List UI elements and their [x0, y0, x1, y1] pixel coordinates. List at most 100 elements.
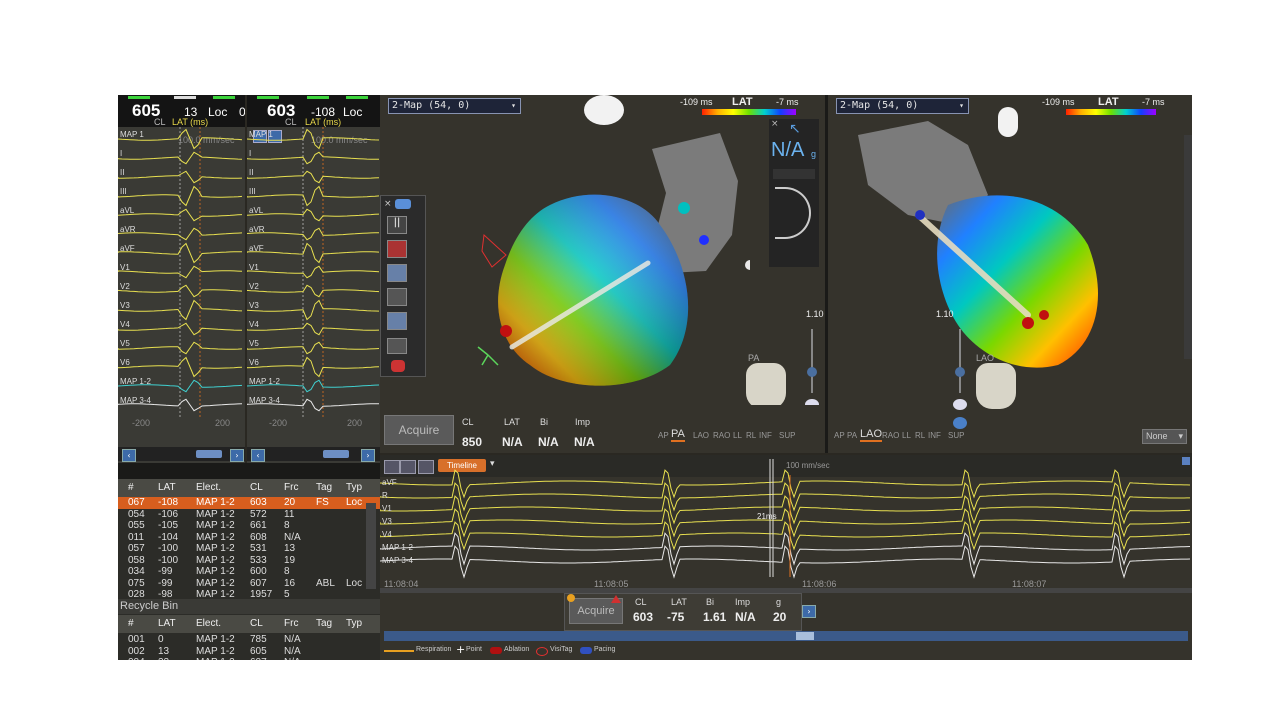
heart-icon[interactable]: [395, 199, 411, 209]
table-row[interactable]: 075 -99 MAP 1-2 607 16 ABL Loc: [118, 578, 380, 590]
table-cell: -108: [158, 497, 179, 508]
scroll-right-button[interactable]: ›: [230, 449, 244, 462]
view-button-rl[interactable]: RL: [915, 431, 925, 440]
strip-1-scrollbar[interactable]: ‹ ›: [118, 447, 245, 462]
close-icon[interactable]: ×: [771, 119, 779, 129]
settings-icon[interactable]: [391, 360, 405, 372]
none-select[interactable]: None ▾: [1142, 429, 1187, 444]
map-view-lao[interactable]: 2-Map (54, 0) ▾ -109 ms LAT -7 ms 1.10 L…: [828, 95, 1192, 453]
column-header[interactable]: Frc: [284, 618, 298, 629]
anatomy-3d-map[interactable]: [848, 115, 1148, 375]
table-cell: -99: [158, 577, 173, 589]
scroll-thumb[interactable]: [323, 450, 349, 458]
view-button-ll[interactable]: LL: [902, 431, 911, 440]
table-row[interactable]: 055 -105 MAP 1-2 661 8: [118, 520, 380, 532]
grid-icon[interactable]: [387, 240, 407, 258]
timeline-scrollbar[interactable]: [384, 631, 1188, 641]
stat-label-lat: LAT: [504, 417, 520, 427]
table-row[interactable]: 057 -100 MAP 1-2 531 13: [118, 543, 380, 555]
view-button-sup[interactable]: SUP: [948, 431, 964, 440]
table-cell: 054: [128, 508, 145, 520]
respiration-swatch: [384, 650, 414, 652]
bottom-label-cl: CL: [635, 597, 647, 607]
view-button-rl[interactable]: RL: [746, 431, 756, 440]
table-row[interactable]: 011 -104 MAP 1-2 608 N/A: [118, 532, 380, 544]
view-button-pa[interactable]: PA: [671, 428, 685, 442]
view-button-lao[interactable]: LAO: [860, 428, 883, 442]
table-cell: 011: [128, 531, 144, 543]
table-row[interactable]: 054 -106 MAP 1-2 572 11: [118, 509, 380, 521]
lead-label: aVF: [120, 244, 135, 253]
view-button-ll[interactable]: LL: [733, 431, 742, 440]
ecg-trace: [247, 185, 380, 207]
column-header[interactable]: Tag: [316, 618, 332, 629]
anatomy-3d-map[interactable]: [420, 115, 750, 405]
map-select-label: 2-Map (54, 0): [840, 100, 919, 111]
tag-icon[interactable]: [387, 312, 407, 330]
acquire-button[interactable]: Acquire: [384, 415, 454, 445]
scroll-right-button[interactable]: ›: [361, 449, 375, 462]
table-row[interactable]: 002 13 MAP 1-2 605 N/A: [118, 646, 380, 658]
column-header[interactable]: Frc: [284, 482, 298, 493]
table-row[interactable]: 034 -99 MAP 1-2 600 8: [118, 566, 380, 578]
ecg-trace: [247, 265, 380, 279]
indicator-bar: [174, 96, 196, 99]
column-header[interactable]: CL: [250, 618, 263, 629]
chevron-down-icon[interactable]: [953, 399, 967, 410]
ecg-trace: [247, 284, 380, 298]
table-row[interactable]: 001 0 MAP 1-2 785 N/A: [118, 634, 380, 646]
points-table[interactable]: # LAT Elect. CL Frc Tag Typ 067 -108 MAP 1-2 603 2…: [118, 479, 380, 600]
column-header[interactable]: CL: [250, 482, 263, 493]
table-scrollbar[interactable]: [366, 503, 376, 589]
view-button-rao[interactable]: RAO: [713, 431, 730, 440]
tool-icon[interactable]: [387, 288, 407, 306]
table-row[interactable]: 058 -100 MAP 1-2 533 19: [118, 555, 380, 567]
recycle-bin-table[interactable]: Recycle Bin # LAT Elect. CL Frc Tag Typ 001 0 MA…: [118, 599, 382, 660]
table-cell: 13: [284, 543, 296, 554]
column-header[interactable]: Elect.: [196, 618, 221, 629]
scroll-thumb[interactable]: [796, 632, 814, 640]
ecg-trace: [247, 170, 380, 184]
scroll-left-button[interactable]: ‹: [122, 449, 136, 462]
map-select-dropdown[interactable]: 2-Map (54, 0) ▾: [836, 98, 969, 114]
view-button-inf[interactable]: INF: [928, 431, 941, 440]
column-header[interactable]: Typ: [346, 482, 362, 493]
scroll-thumb[interactable]: [196, 450, 222, 458]
rotate-icon[interactable]: [953, 417, 967, 429]
side-tool-strip[interactable]: [1184, 135, 1192, 359]
view-button-inf[interactable]: INF: [759, 431, 772, 440]
lat-label: LAT (ms): [172, 117, 209, 127]
zoom-slider-thumb[interactable]: [955, 367, 965, 377]
view-button-lao[interactable]: LAO: [693, 431, 709, 440]
view-button-rao[interactable]: RAO: [882, 431, 899, 440]
table-row[interactable]: 067 -108 MAP 1-2 603 20 FS Loc: [118, 497, 380, 509]
close-icon[interactable]: ×: [384, 199, 392, 209]
next-button[interactable]: ›: [802, 605, 816, 618]
column-header[interactable]: Typ: [346, 618, 362, 629]
column-header[interactable]: LAT: [158, 618, 176, 629]
column-header[interactable]: #: [128, 482, 134, 493]
column-header[interactable]: LAT: [158, 482, 176, 493]
bottom-value-g: 20: [773, 610, 787, 624]
layers-icon[interactable]: [387, 338, 407, 354]
table-row[interactable]: 004 22 MAP 1-2 607 N/A: [118, 657, 380, 660]
view-button-pa[interactable]: PA: [847, 431, 857, 440]
strip-2-scrollbar[interactable]: ‹ ›: [247, 447, 380, 462]
view-button-ap[interactable]: AP: [834, 431, 845, 440]
column-header[interactable]: Elect.: [196, 482, 221, 493]
map-select-dropdown[interactable]: 2-Map (54, 0) ▾: [388, 98, 521, 114]
pause-button[interactable]: ||: [387, 216, 407, 234]
force-panel: × ↖ N/A g: [769, 119, 819, 267]
map-view-pa[interactable]: 2-Map (54, 0) ▾ -109 ms LAT -7 ms × || ×…: [380, 95, 825, 453]
scroll-left-button[interactable]: ‹: [251, 449, 265, 462]
catheter-icon[interactable]: [387, 264, 407, 282]
zoom-slider[interactable]: [811, 329, 813, 393]
column-header[interactable]: #: [128, 618, 134, 629]
lat-label: LAT (ms): [305, 117, 342, 127]
view-button-ap[interactable]: AP: [658, 431, 669, 440]
zoom-slider[interactable]: [959, 329, 961, 393]
view-button-sup[interactable]: SUP: [779, 431, 795, 440]
column-header[interactable]: Tag: [316, 482, 332, 493]
time-tick: 200: [347, 418, 363, 428]
zoom-slider-thumb[interactable]: [807, 367, 817, 377]
